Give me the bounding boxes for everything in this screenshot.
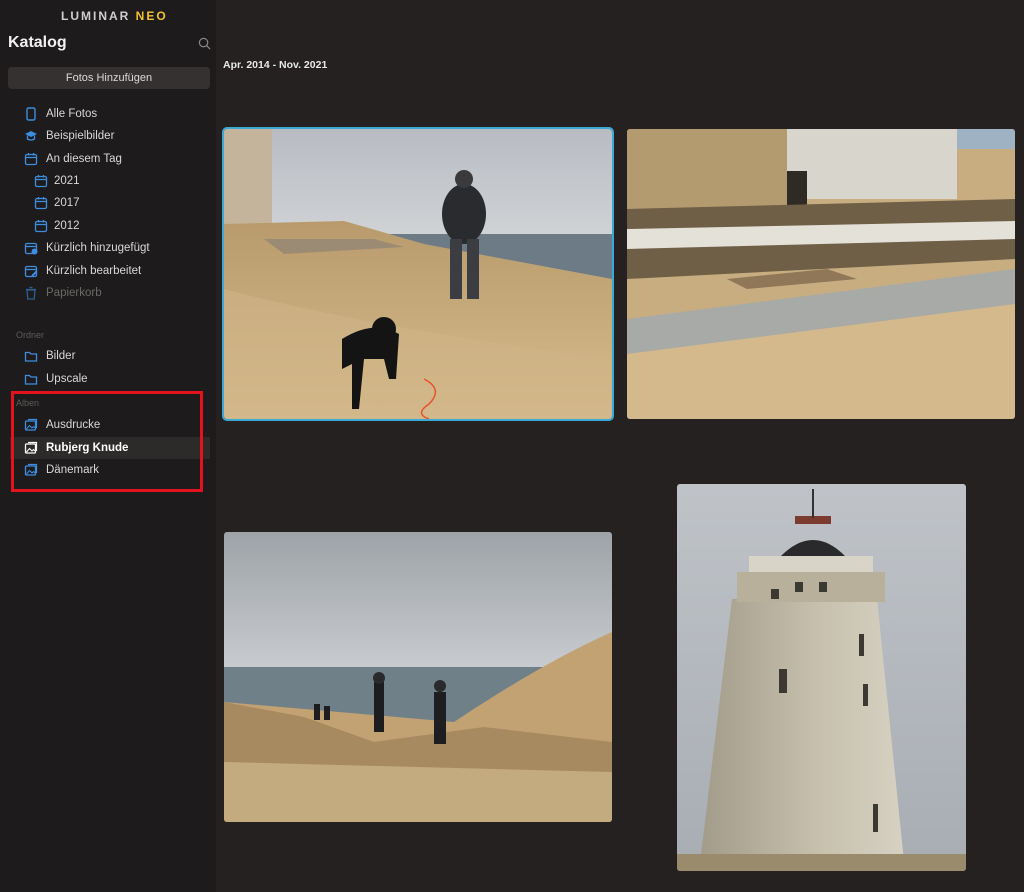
sidebar-item-on-this-day[interactable]: An diesem Tag bbox=[16, 148, 210, 170]
sidebar-item-label: Alle Fotos bbox=[46, 108, 98, 120]
sidebar-item-label: 2021 bbox=[54, 175, 80, 187]
sidebar-item-2021[interactable]: 2021 bbox=[28, 170, 210, 192]
photo-thumbnail[interactable] bbox=[627, 129, 1015, 419]
recent-add-icon bbox=[24, 242, 38, 255]
trash-icon bbox=[26, 286, 36, 300]
recent-edit-icon bbox=[24, 265, 38, 278]
sidebar-item-2012[interactable]: 2012 bbox=[28, 215, 210, 237]
sidebar-item-folder-upscale[interactable]: Upscale bbox=[16, 368, 210, 390]
sidebar-item-label: 2017 bbox=[54, 197, 80, 209]
sidebar-item-label: Bilder bbox=[46, 350, 76, 362]
sidebar-item-label: An diesem Tag bbox=[46, 153, 122, 165]
sidebar-item-label: Beispielbilder bbox=[46, 130, 115, 142]
sidebar-item-label: Papierkorb bbox=[46, 287, 102, 299]
date-range-heading: Apr. 2014 - Nov. 2021 bbox=[223, 59, 328, 71]
photo-lighthouse-image bbox=[677, 484, 966, 871]
catalog-title: Katalog bbox=[8, 34, 67, 51]
sidebar-item-trash[interactable]: Papierkorb bbox=[16, 282, 210, 304]
photo-dune-walk-image bbox=[224, 129, 612, 419]
calendar-icon bbox=[34, 220, 48, 233]
app-brand-logo: LUMINAR NEO bbox=[61, 9, 168, 23]
sidebar-item-folder-bilder[interactable]: Bilder bbox=[16, 345, 210, 367]
sidebar-item-sample-images[interactable]: Beispielbilder bbox=[16, 125, 210, 147]
graduation-cap-icon bbox=[25, 131, 37, 141]
sidebar-item-label: Upscale bbox=[46, 373, 88, 385]
sidebar-item-2017[interactable]: 2017 bbox=[28, 192, 210, 214]
photo-thumbnail[interactable] bbox=[224, 532, 612, 822]
sidebar-item-label: 2012 bbox=[54, 220, 80, 232]
folder-icon bbox=[24, 351, 38, 362]
photo-thumbnail[interactable] bbox=[677, 484, 966, 871]
photo-beach-people-image bbox=[224, 532, 612, 822]
catalog-sidebar: Katalog Fotos Hinzufügen Alle Fotos Beis… bbox=[0, 0, 216, 892]
add-photos-button[interactable]: Fotos Hinzufügen bbox=[8, 67, 210, 89]
sidebar-item-label: Kürzlich bearbeitet bbox=[46, 265, 142, 277]
search-icon[interactable] bbox=[198, 37, 211, 50]
calendar-icon bbox=[24, 153, 38, 166]
sidebar-item-all-photos[interactable]: Alle Fotos bbox=[16, 103, 210, 125]
folder-icon bbox=[24, 374, 38, 385]
sidebar-item-recently-edited[interactable]: Kürzlich bearbeitet bbox=[16, 260, 210, 282]
photo-thumbnail[interactable] bbox=[222, 127, 614, 421]
calendar-icon bbox=[34, 175, 48, 188]
phone-icon bbox=[26, 107, 36, 121]
luminar-window: Katalog Fotos Hinzufügen Alle Fotos Beis… bbox=[0, 0, 1024, 892]
albums-highlight-annotation bbox=[11, 391, 203, 492]
photo-bunker-ruins-image bbox=[627, 129, 1015, 419]
calendar-icon bbox=[34, 197, 48, 210]
folders-section-label: Ordner bbox=[16, 330, 45, 340]
sidebar-item-recently-added[interactable]: Kürzlich hinzugefügt bbox=[16, 237, 210, 259]
sidebar-item-label: Kürzlich hinzugefügt bbox=[46, 242, 150, 254]
